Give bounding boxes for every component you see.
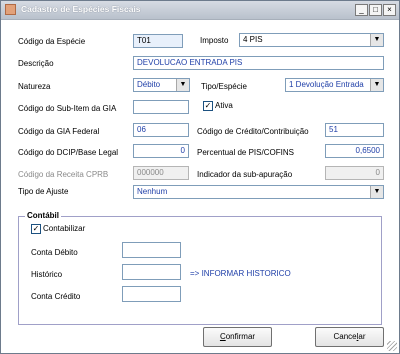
tipo-especie-label: Tipo/Espécie — [201, 82, 247, 91]
window-title: Cadastro de Espécies Fiscais — [21, 4, 141, 14]
historico-label: Histórico — [31, 270, 63, 279]
natureza-value: Débito — [137, 80, 161, 89]
window: Cadastro de Espécies Fiscais _ □ × Códig… — [0, 0, 400, 354]
gia-federal-input[interactable]: 06 — [133, 123, 189, 137]
imposto-label: Imposto — [200, 36, 229, 45]
cancelar-label-prefix: Cance — [333, 332, 357, 341]
sub-apuracao-label: Indicador da sub-apuração — [197, 170, 293, 179]
credito-contribuicao-input[interactable]: 51 — [325, 123, 384, 137]
chevron-down-icon[interactable]: ▼ — [370, 79, 383, 91]
sub-item-gia-input[interactable] — [133, 100, 189, 114]
natureza-label: Natureza — [18, 82, 51, 91]
conta-debito-label: Conta Débito — [31, 248, 78, 257]
tipo-ajuste-value: Nenhum — [137, 187, 168, 196]
codigo-especie-input[interactable]: T01 — [133, 34, 183, 48]
ativa-label: Ativa — [215, 101, 233, 110]
chevron-down-icon[interactable]: ▼ — [176, 79, 189, 91]
minimize-button[interactable]: _ — [355, 4, 368, 16]
historico-hint: => INFORMAR HISTORICO — [190, 269, 291, 278]
contabilizar-label: Contabilizar — [43, 224, 86, 233]
title-bar: Cadastro de Espécies Fiscais _ □ × — [1, 1, 399, 20]
percentual-input[interactable]: 0,6500 — [325, 144, 384, 158]
conta-credito-label: Conta Crédito — [31, 292, 81, 301]
tipo-especie-select[interactable]: 1 Devolução Entrada ▼ — [285, 78, 384, 92]
close-button[interactable]: × — [383, 4, 396, 16]
app-icon — [5, 4, 16, 15]
receita-cprb-input: 000000 — [133, 166, 189, 180]
confirmar-label-suffix: onfirmar — [225, 332, 256, 341]
maximize-button[interactable]: □ — [369, 4, 382, 16]
ativa-checkbox[interactable]: ✓ — [203, 101, 213, 111]
gia-federal-label: Código da GIA Federal — [18, 127, 100, 136]
descricao-input[interactable]: DEVOLUCAO ENTRADA PIS — [133, 56, 384, 70]
resize-grip-icon[interactable] — [387, 341, 397, 351]
receita-cprb-label: Código da Receita CPRB — [18, 170, 109, 179]
contabil-group-title: Contábil — [25, 211, 61, 221]
codigo-especie-label: Código da Espécie — [18, 37, 86, 46]
conta-credito-input[interactable] — [122, 286, 181, 302]
conta-debito-input[interactable] — [122, 242, 181, 258]
tipo-ajuste-select[interactable]: Nenhum ▼ — [133, 185, 384, 199]
cancelar-label-suffix: ar — [358, 332, 366, 341]
cancelar-button[interactable]: Cancelar — [315, 327, 384, 347]
imposto-value: 4 PIS — [243, 35, 263, 44]
credito-contribuicao-label: Código de Crédito/Contribuição — [197, 127, 309, 136]
tipo-ajuste-label: Tipo de Ajuste — [18, 187, 69, 196]
imposto-select[interactable]: 4 PIS ▼ — [239, 33, 384, 47]
form-area: Código da Espécie T01 Imposto 4 PIS ▼ De… — [1, 20, 399, 353]
chevron-down-icon[interactable]: ▼ — [370, 34, 383, 46]
dcip-label: Código do DCIP/Base Legal — [18, 148, 119, 157]
percentual-label: Percentual de PIS/COFINS — [197, 148, 294, 157]
dcip-input[interactable]: 0 — [133, 144, 189, 158]
descricao-label: Descrição — [18, 59, 54, 68]
sub-apuracao-input: 0 — [325, 166, 384, 180]
confirmar-button[interactable]: Confirmar — [203, 327, 272, 347]
sub-item-gia-label: Código do Sub-Item da GIA — [18, 104, 117, 113]
chevron-down-icon[interactable]: ▼ — [370, 186, 383, 198]
natureza-select[interactable]: Débito ▼ — [133, 78, 190, 92]
contabilizar-checkbox[interactable]: ✓ — [31, 224, 41, 234]
tipo-especie-value: 1 Devolução Entrada — [289, 80, 364, 89]
historico-input[interactable] — [122, 264, 181, 280]
